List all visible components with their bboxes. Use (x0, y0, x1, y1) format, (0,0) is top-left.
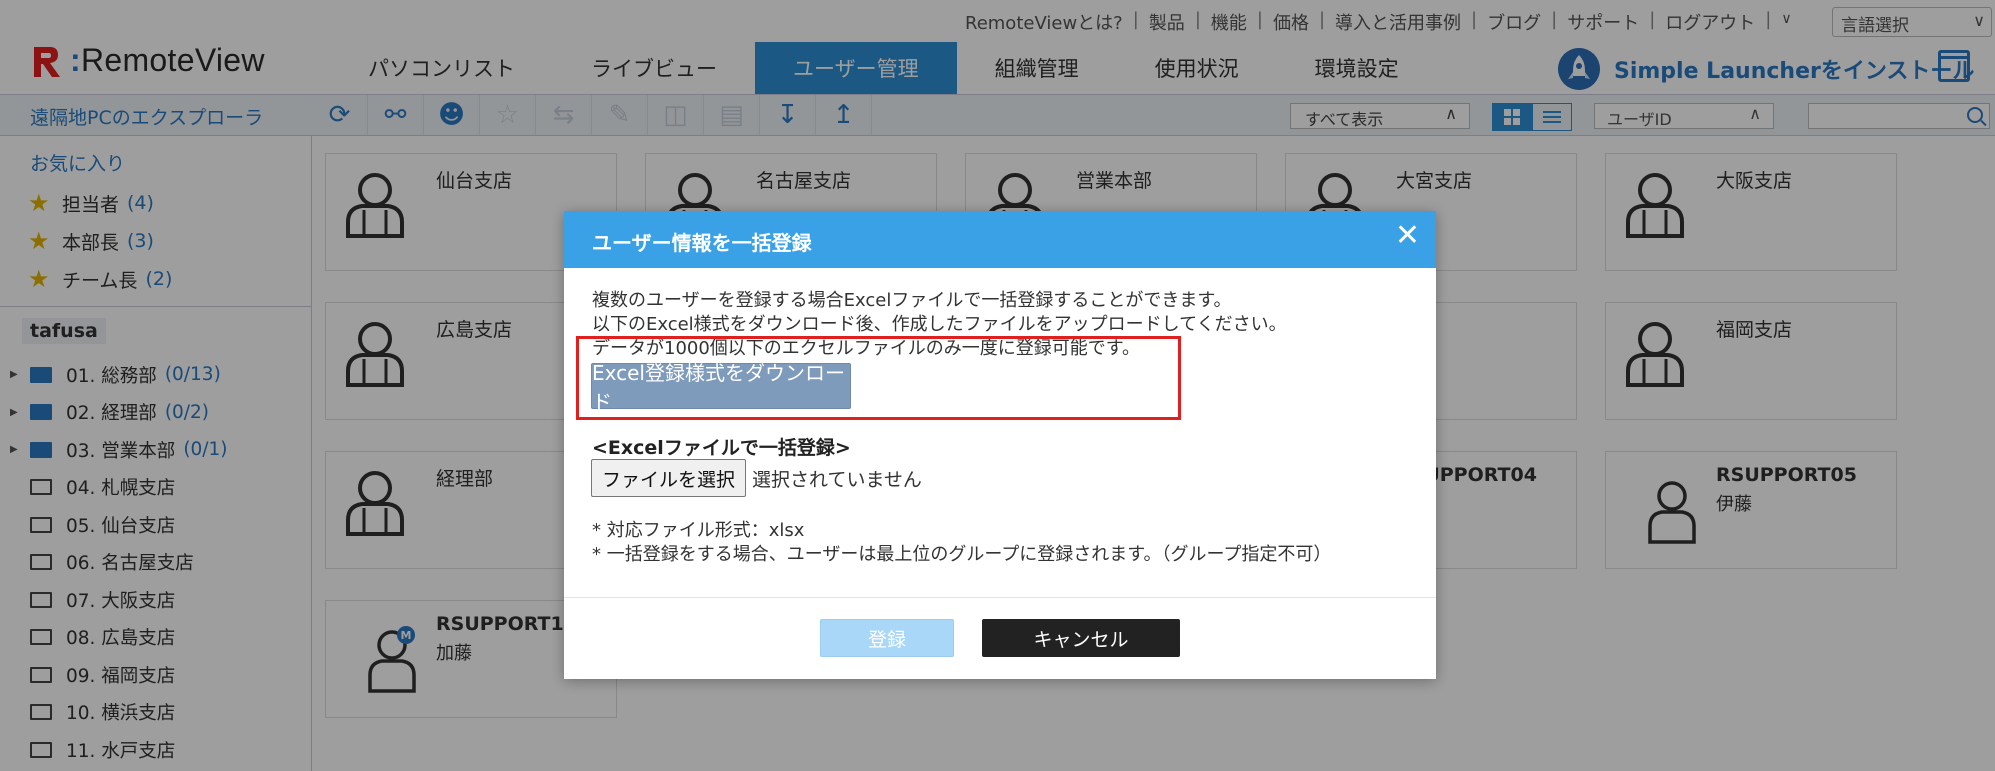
register-button[interactable]: 登録 (820, 619, 954, 657)
dialog-title: ユーザー情報を一括登録 (592, 231, 812, 255)
note-line: * 一括登録をする場合、ユーザーは最上位のグループに登録されます。（グループ指定… (592, 544, 1332, 565)
note-line: * 対応ファイル形式：xlsx (592, 520, 805, 541)
close-icon[interactable]: ✕ (1395, 221, 1420, 251)
cancel-button[interactable]: キャンセル (982, 619, 1180, 657)
file-upload-row: ファイルを選択 選択されていません (591, 459, 922, 497)
download-template-button[interactable]: Excel登録様式をダウンロード (591, 361, 851, 414)
divider (564, 597, 1436, 598)
file-status: 選択されていません (752, 468, 922, 491)
description-line: 以下のExcel様式をダウンロード後、作成したファイルをアップロードしてください… (592, 314, 1287, 335)
dialog-notes: * 対応ファイル形式：xlsx * 一括登録をする場合、ユーザーは最上位のグルー… (592, 519, 1331, 567)
choose-file-button[interactable]: ファイルを選択 (591, 459, 747, 497)
dialog-header: ユーザー情報を一括登録 ✕ (564, 211, 1436, 268)
upload-section-title: <Excelファイルで一括登録> (592, 437, 851, 459)
bulk-register-dialog: ユーザー情報を一括登録 ✕ 複数のユーザーを登録する場合Excelファイルで一括… (564, 211, 1436, 679)
description-line: 複数のユーザーを登録する場合Excelファイルで一括登録することができます。 (592, 290, 1232, 311)
